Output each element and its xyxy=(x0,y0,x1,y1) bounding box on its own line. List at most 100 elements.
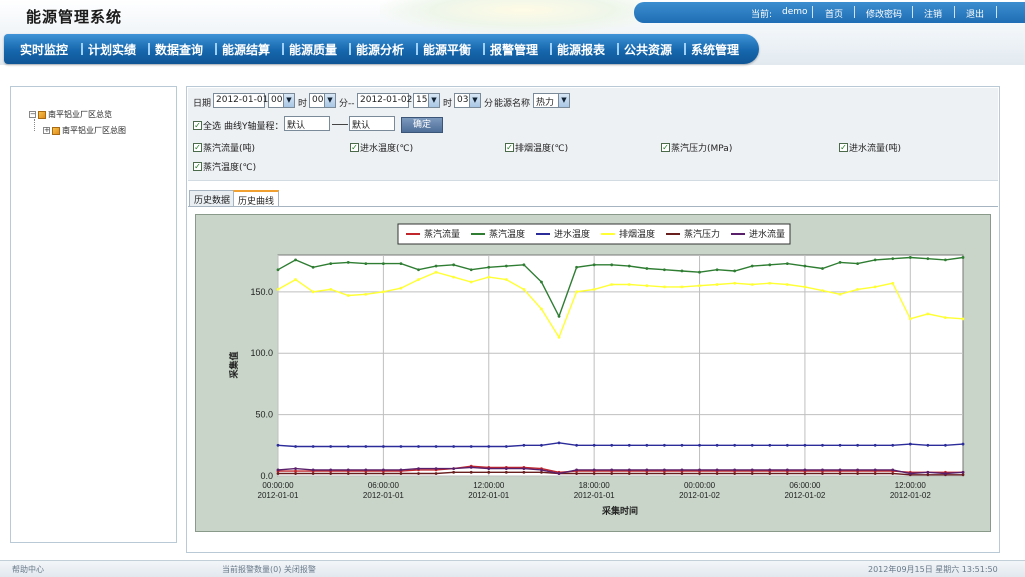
series-checkbox-steam-pressure[interactable]: ✓ 蒸汽压力(MPa) xyxy=(661,141,732,154)
nav-divider xyxy=(416,43,418,55)
tab-history-data[interactable]: 历史数据 xyxy=(189,190,236,207)
y-range-label: 曲线Y轴量程： xyxy=(224,122,284,132)
series-point xyxy=(856,468,860,472)
nav-system-management[interactable]: 系统管理 xyxy=(691,41,739,58)
expand-icon[interactable]: + xyxy=(43,127,50,134)
nav-realtime-monitor[interactable]: 实时监控 xyxy=(20,41,68,58)
x-tick-label: 00:00:00 xyxy=(684,481,716,490)
series-point xyxy=(452,275,456,279)
series-point xyxy=(803,285,807,289)
change-password-link[interactable]: 修改密码 xyxy=(866,7,902,20)
series-point xyxy=(873,285,877,289)
help-center-link[interactable]: 帮助中心 xyxy=(12,564,44,575)
series-point xyxy=(557,314,561,318)
tree-node-label[interactable]: 南平铝业厂区总览 xyxy=(48,109,112,120)
exit-link[interactable]: 退出 xyxy=(966,7,984,20)
series-point xyxy=(698,284,701,288)
confirm-button[interactable]: 确定 xyxy=(401,117,443,133)
y-max-input[interactable]: 默认 xyxy=(349,116,395,131)
series-point xyxy=(487,445,491,448)
series-point xyxy=(908,472,912,475)
x-axis-title: 采集时间 xyxy=(601,505,638,516)
series-point xyxy=(346,260,350,264)
checkbox-icon: ✓ xyxy=(193,121,202,130)
nav-energy-report[interactable]: 能源报表 xyxy=(557,41,605,58)
end-minute-select[interactable]: 03 ▼ xyxy=(454,93,481,108)
energy-name-select[interactable]: 热力 ▼ xyxy=(533,93,570,108)
nav-data-query[interactable]: 数据查询 xyxy=(155,41,203,58)
series-point xyxy=(504,470,508,474)
nav-energy-quality[interactable]: 能源质量 xyxy=(289,41,337,58)
end-hour-select[interactable]: 15 ▼ xyxy=(413,93,440,108)
series-point xyxy=(452,445,456,448)
plant-tree-panel: − 南平铝业厂区总览 + 南平铝业厂区总图 xyxy=(10,86,177,543)
series-point xyxy=(399,445,403,448)
series-checkbox-steam-flow[interactable]: ✓ 蒸汽流量(吨) xyxy=(193,141,255,154)
series-checkbox-flue-temp[interactable]: ✓ 排烟温度(℃) xyxy=(505,141,568,154)
series-checkbox-inlet-temp[interactable]: ✓ 进水温度(℃) xyxy=(350,141,413,154)
nav-energy-analysis[interactable]: 能源分析 xyxy=(356,41,404,58)
hour-label: 时 xyxy=(443,99,453,109)
series-point xyxy=(627,283,631,286)
current-user: demo xyxy=(782,7,808,17)
tree-node-label[interactable]: 南平铝业厂区总图 xyxy=(62,125,126,136)
series-point xyxy=(346,468,350,472)
hour-label: 时 xyxy=(298,99,308,109)
start-minute-select[interactable]: 00 ▼ xyxy=(309,93,336,108)
collapse-icon[interactable]: − xyxy=(29,111,36,118)
nav-public-resources[interactable]: 公共资源 xyxy=(624,41,672,58)
select-all-checkbox[interactable]: ✓ 全选 xyxy=(193,119,221,132)
series-point xyxy=(575,468,578,472)
series-point xyxy=(698,468,701,472)
start-date-input[interactable]: 2012-01-01 xyxy=(213,93,268,108)
nav-divider xyxy=(483,43,485,55)
series-point xyxy=(575,290,578,294)
series-point xyxy=(785,443,789,447)
series-point xyxy=(750,283,754,286)
series-point xyxy=(311,472,315,475)
series-point xyxy=(838,472,842,475)
series-point xyxy=(856,472,860,475)
plot-area xyxy=(277,254,964,477)
series-checkbox-steam-temp[interactable]: ✓ 蒸汽温度(℃) xyxy=(193,160,256,173)
nav-divider xyxy=(684,43,686,55)
energy-name-label: 能源名称 xyxy=(494,99,531,109)
tree-node-child[interactable]: + 南平铝业厂区总图 xyxy=(43,125,126,136)
series-point xyxy=(592,472,596,475)
x-tick-label: 12:00:00 xyxy=(895,481,927,490)
series-point xyxy=(856,262,860,265)
home-link[interactable]: 首页 xyxy=(825,7,843,20)
logout-link[interactable]: 注销 xyxy=(924,7,942,20)
nav-plan-actual[interactable]: 计划实绩 xyxy=(88,41,136,58)
tab-history-curve[interactable]: 历史曲线 xyxy=(233,190,280,207)
series-point xyxy=(750,472,754,475)
nav-alarm-management[interactable]: 报警管理 xyxy=(490,41,538,58)
series-point xyxy=(838,292,842,296)
series-point xyxy=(276,443,280,447)
series-point xyxy=(504,278,508,281)
nav-energy-balance[interactable]: 能源平衡 xyxy=(423,41,471,58)
series-point xyxy=(276,287,280,291)
series-point xyxy=(522,443,526,447)
series-point xyxy=(663,472,666,475)
series-point xyxy=(557,441,561,445)
alarm-status[interactable]: 当前报警数量(0) 关闭报警 xyxy=(222,564,316,575)
end-date-input[interactable]: 2012-01-02 xyxy=(357,93,412,108)
nav-energy-settlement[interactable]: 能源结算 xyxy=(222,41,270,58)
nav-divider xyxy=(81,43,83,55)
start-hour-select[interactable]: 00 ▼ xyxy=(268,93,295,108)
y-min-input[interactable]: 默认 xyxy=(284,116,330,131)
series-point xyxy=(329,287,333,291)
series-point xyxy=(698,443,701,447)
divider xyxy=(996,6,997,18)
series-point xyxy=(715,443,719,447)
series-point xyxy=(873,468,877,472)
series-checkbox-inlet-flow[interactable]: ✓ 进水流量(吨) xyxy=(839,141,901,154)
series-point xyxy=(417,278,420,281)
x-tick-label: 2012-01-01 xyxy=(468,491,509,500)
tree-node-root[interactable]: − 南平铝业厂区总览 xyxy=(29,109,112,120)
series-point xyxy=(399,286,403,290)
series-point xyxy=(540,443,543,447)
series-point xyxy=(399,262,403,265)
series-point xyxy=(645,284,649,288)
